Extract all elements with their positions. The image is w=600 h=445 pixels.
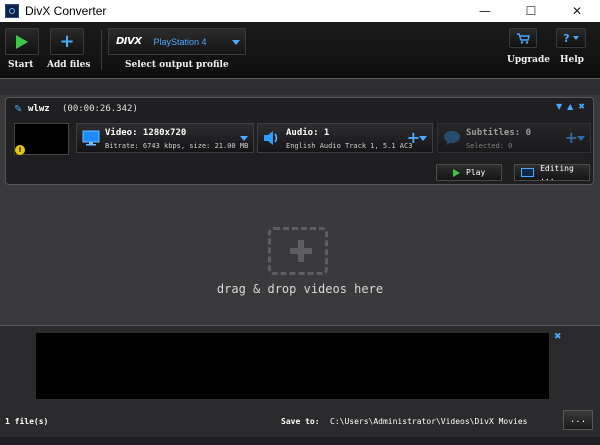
save-to-label: Save to: <box>281 417 320 426</box>
minimize-button[interactable]: — <box>462 0 508 22</box>
add-files-button[interactable]: + <box>50 28 84 55</box>
subtitles-title: Subtitles: 0 <box>466 128 532 138</box>
speaker-icon <box>264 131 278 145</box>
main-toolbar: Start + Add files DIVX PlayStation 4 Sel… <box>0 22 600 78</box>
remove-icon[interactable]: ✖ <box>578 102 585 111</box>
speech-bubble-icon <box>444 131 460 145</box>
file-list-area[interactable]: ✎ wlwz (00:00:26.342) ▼ ▲ ✖ ! Video: 128… <box>0 78 600 325</box>
maximize-button[interactable]: ☐ <box>508 0 554 22</box>
profile-value: PlayStation 4 <box>153 36 207 47</box>
audio-title: Audio: 1 <box>286 128 330 138</box>
film-icon <box>521 168 535 177</box>
move-down-icon[interactable]: ▼ <box>556 102 562 111</box>
monitor-icon <box>82 130 100 146</box>
list-header-strip <box>0 79 600 95</box>
chevron-down-icon <box>232 40 240 45</box>
title-bar: DivX Converter — ☐ ✕ <box>0 0 600 22</box>
toolbar-divider <box>101 30 102 70</box>
save-to-path: C:\Users\Administrator\Videos\DivX Movie… <box>330 417 528 426</box>
file-name: wlwz <box>28 104 50 114</box>
subtitles-detail: Selected: 0 <box>466 142 513 150</box>
video-settings-panel[interactable]: Video: 1280x720 Bitrate: 6743 kbps, size… <box>76 123 254 153</box>
status-edge <box>0 437 600 445</box>
divx-logo: DIVX <box>116 36 142 47</box>
editing-button[interactable]: Editing ... <box>514 163 590 182</box>
upgrade-label: Upgrade <box>507 55 551 65</box>
file-duration: (00:00:26.342) <box>62 104 138 114</box>
help-icon: ? <box>563 31 570 45</box>
start-label: Start <box>8 60 34 70</box>
audio-detail: English Audio Track 1, 5.1 AC3 <box>286 142 413 150</box>
upgrade-button[interactable] <box>509 28 537 48</box>
file-count: 1 file(s) <box>5 417 49 426</box>
chevron-down-icon[interactable] <box>577 136 585 141</box>
bottom-panel: ✖ 1 file(s) Save to: C:\Users\Administra… <box>0 325 600 445</box>
play-icon <box>453 168 460 177</box>
profile-caption: Select output profile <box>125 60 229 70</box>
move-up-icon[interactable]: ▲ <box>567 102 573 111</box>
log-panel <box>36 333 549 399</box>
drop-zone-text: drag & drop videos here <box>216 282 384 296</box>
chevron-down-icon[interactable] <box>419 136 427 141</box>
rename-pencil-icon[interactable]: ✎ <box>14 104 22 115</box>
warning-icon: ! <box>15 145 25 155</box>
chevron-down-icon[interactable] <box>240 136 248 141</box>
add-subtitle-icon[interactable]: + <box>565 130 578 146</box>
play-button[interactable]: Play <box>436 164 502 181</box>
play-label: Play <box>466 168 486 177</box>
item-controls: ▼ ▲ ✖ <box>556 102 585 111</box>
window-title: DivX Converter <box>25 4 107 18</box>
help-label: Help <box>560 55 584 65</box>
editing-label: Editing ... <box>540 163 574 182</box>
plus-icon: + <box>59 30 75 52</box>
output-profile-select[interactable]: DIVX PlayStation 4 <box>108 28 246 55</box>
chevron-down-icon <box>572 36 579 40</box>
add-files-label: Add files <box>47 60 91 70</box>
start-button[interactable] <box>5 28 39 55</box>
video-detail: Bitrate: 6743 kbps, size: 21.00 MB <box>105 142 249 150</box>
file-item[interactable]: ✎ wlwz (00:00:26.342) ▼ ▲ ✖ ! Video: 128… <box>5 97 594 185</box>
close-icon[interactable]: ✖ <box>554 332 562 342</box>
play-icon <box>16 34 28 49</box>
audio-settings-panel[interactable]: Audio: 1 English Audio Track 1, 5.1 AC3 … <box>257 123 433 153</box>
subtitles-settings-panel[interactable]: Subtitles: 0 Selected: 0 + <box>437 123 591 153</box>
video-title: Video: 1280x720 <box>105 128 187 138</box>
app-icon <box>5 4 19 18</box>
close-button[interactable]: ✕ <box>554 0 600 22</box>
add-audio-icon[interactable]: + <box>407 130 420 146</box>
help-button[interactable]: ? <box>556 28 586 48</box>
browse-button[interactable]: ... <box>563 410 593 430</box>
cart-icon <box>517 32 530 44</box>
drop-zone-plus-icon <box>268 227 328 275</box>
